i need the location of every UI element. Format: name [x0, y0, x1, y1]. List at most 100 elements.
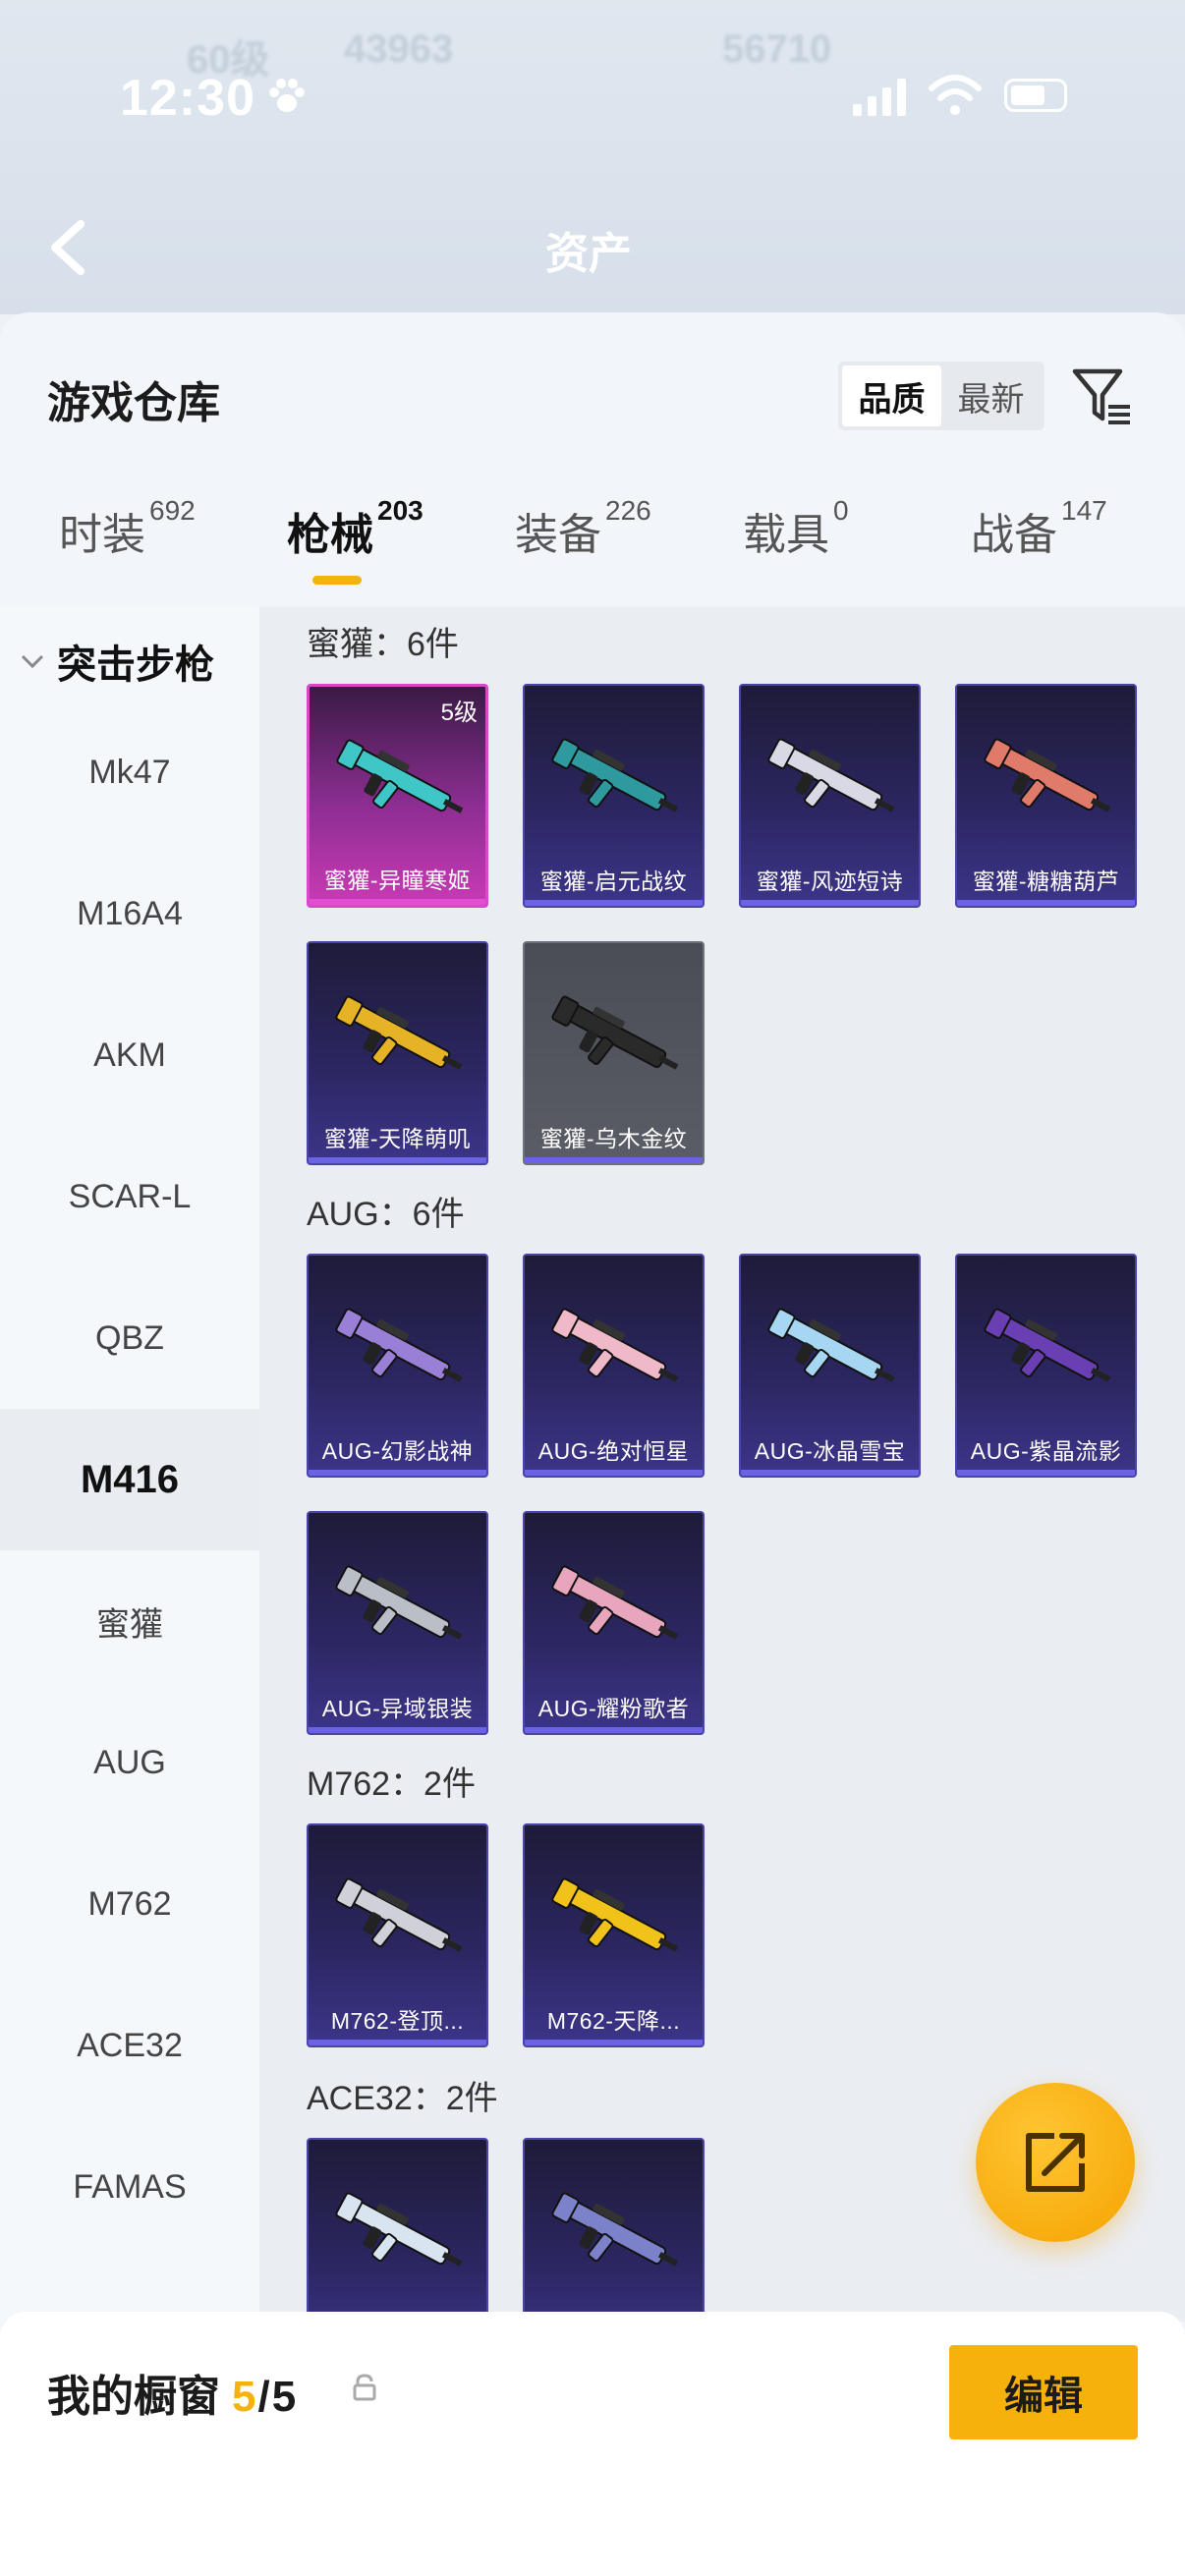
skin-card[interactable]: M762-登顶...: [307, 1823, 488, 2047]
skin-name: AUG-冰晶雪宝: [754, 1438, 906, 1464]
skin-card[interactable]: AUG-异域银装: [307, 1511, 488, 1735]
skin-card[interactable]: 蜜獾-启元战纹: [523, 684, 705, 908]
skin-name: 蜜獾-糖糖葫芦: [972, 868, 1120, 894]
skin-card[interactable]: 蜜獾-糖糖葫芦: [955, 684, 1137, 908]
tab-count: 203: [377, 495, 423, 526]
skin-card[interactable]: AUG-紫晶流影: [955, 1254, 1137, 1478]
skin-name: 蜜獾-启元战纹: [539, 868, 688, 894]
back-arrow-icon[interactable]: [43, 218, 92, 277]
sidebar-item-m16a4[interactable]: M16A4: [0, 843, 259, 984]
filter-icon[interactable]: [1071, 364, 1134, 428]
gun-skin-image: [335, 1565, 463, 1640]
group-title-honey-badger: 蜜獾：6件: [307, 626, 459, 663]
gun-skin-image: [551, 1308, 679, 1382]
showcase-label: 我的橱窗 5 / 5: [47, 2361, 296, 2424]
skin-card[interactable]: [307, 2138, 488, 2322]
gun-skin-image: [551, 2192, 679, 2267]
sidebar-category-label: 突击步枪: [57, 644, 214, 687]
skin-name: M762-天降...: [546, 2008, 681, 2034]
share-button[interactable]: [976, 2083, 1135, 2242]
sort-quality-button[interactable]: 品质: [842, 365, 941, 426]
gun-skin-image: [984, 1308, 1111, 1382]
gun-skin-image: [551, 738, 679, 812]
share-icon: [1026, 2133, 1085, 2192]
showcase-bar: 我的橱窗 5 / 5 编辑: [0, 2312, 1185, 2576]
wifi-icon: [929, 75, 982, 115]
sidebar-item-mk47[interactable]: Mk47: [0, 701, 259, 843]
edit-button[interactable]: 编辑: [949, 2345, 1138, 2439]
gun-skin-image: [335, 2192, 463, 2267]
tab-fashion[interactable]: 时装692: [59, 495, 196, 562]
skin-name: 蜜獾-乌木金纹: [539, 1126, 688, 1151]
paw-icon: [269, 79, 305, 112]
skin-name: AUG-紫晶流影: [970, 1438, 1122, 1464]
skin-name: 蜜獾-异瞳寒姬: [323, 868, 472, 893]
group-title-aug: AUG：6件: [307, 1196, 465, 1233]
page-title: 资产: [545, 230, 632, 278]
gun-skin-image: [767, 1308, 895, 1382]
sidebar-item-famas[interactable]: FAMAS: [0, 2116, 259, 2258]
sidebar-item-akm[interactable]: AKM: [0, 984, 259, 1126]
skin-card[interactable]: AUG-冰晶雪宝: [739, 1254, 921, 1478]
skin-card[interactable]: [523, 2138, 705, 2322]
skin-name: AUG-异域银装: [321, 1696, 474, 1721]
skin-card[interactable]: AUG-耀粉歌者: [523, 1511, 705, 1735]
skin-card[interactable]: 蜜獾-风迹短诗: [739, 684, 921, 908]
sort-newest-button[interactable]: 最新: [941, 365, 1041, 426]
tab-count: 0: [833, 495, 849, 526]
gun-skin-image: [984, 738, 1111, 812]
tab-label: 枪械: [287, 511, 373, 559]
tab-label: 载具: [743, 511, 829, 559]
skin-card[interactable]: AUG-绝对恒星: [523, 1254, 705, 1478]
tab-vehicles[interactable]: 载具0: [743, 495, 849, 562]
gun-skin-image: [335, 1308, 463, 1382]
gun-skin-image: [767, 738, 895, 812]
showcase-current-count: 5: [232, 2373, 256, 2421]
gun-skin-image: [551, 1877, 679, 1952]
tab-equipment[interactable]: 装备226: [515, 495, 651, 562]
showcase-separator: /: [257, 2373, 270, 2421]
skin-card[interactable]: 蜜獾-天降萌叽: [307, 941, 488, 1165]
lock-icon: [353, 2374, 376, 2401]
ghost-score: 43963: [344, 28, 454, 71]
tab-supplies[interactable]: 战备147: [971, 495, 1107, 562]
skin-name: M762-登顶...: [330, 2008, 465, 2034]
tab-count: 226: [605, 495, 651, 526]
sidebar-item-aug[interactable]: AUG: [0, 1692, 259, 1833]
sidebar-category[interactable]: 突击步枪: [20, 633, 214, 690]
skin-level-badge: 5级: [440, 700, 478, 726]
skin-name: AUG-幻影战神: [321, 1438, 474, 1464]
tab-guns[interactable]: 枪械203: [287, 495, 423, 585]
tab-count: 147: [1061, 495, 1107, 526]
sidebar-item-honey-badger[interactable]: 蜜獾: [0, 1550, 259, 1692]
sidebar-item-scar-l[interactable]: SCAR-L: [0, 1126, 259, 1267]
sort-toggle: 品质 最新: [838, 362, 1044, 430]
sidebar-item-ace32[interactable]: ACE32: [0, 1975, 259, 2116]
sidebar-item-qbz[interactable]: QBZ: [0, 1267, 259, 1409]
app-header-background: 60级 43963 56710 12:30 资产: [0, 0, 1185, 314]
sidebar-item-m762[interactable]: M762: [0, 1833, 259, 1975]
gun-skin-image: [551, 995, 679, 1070]
ghost-score-2: 56710: [722, 28, 832, 71]
group-title-m762: M762：2件: [307, 1765, 476, 1803]
tab-label: 战备: [971, 511, 1057, 559]
tab-label: 时装: [59, 511, 145, 559]
sheet-title: 游戏仓库: [47, 379, 220, 427]
showcase-title: 我的橱窗: [47, 2373, 220, 2421]
sidebar-item-m416[interactable]: M416: [0, 1409, 259, 1550]
status-time: 12:30: [120, 70, 255, 127]
gun-skin-image: [335, 1877, 463, 1952]
skin-card[interactable]: 5级蜜獾-异瞳寒姬: [307, 684, 488, 908]
skin-name: 蜜獾-天降萌叽: [323, 1126, 472, 1151]
gun-skin-image: [336, 739, 464, 813]
skin-grid: 蜜獾：6件 AUG：6件 M762：2件 ACE32：2件 5级 蜜獾-异瞳寒姬蜜…: [259, 607, 1185, 2322]
battery-icon: [1004, 79, 1067, 112]
weapon-sidebar: 突击步枪 Mk47 M16A4 AKM SCAR-L QBZ M416 蜜獾 A…: [0, 607, 259, 2322]
skin-card[interactable]: 蜜獾-乌木金纹: [523, 941, 705, 1165]
skin-card[interactable]: M762-天降...: [523, 1823, 705, 2047]
skin-name: 蜜獾-风迹短诗: [756, 868, 904, 894]
group-title-ace32: ACE32：2件: [307, 2080, 498, 2117]
signal-icon: [853, 79, 906, 116]
skin-card[interactable]: AUG-幻影战神: [307, 1254, 488, 1478]
showcase-total-count: 5: [271, 2373, 297, 2421]
